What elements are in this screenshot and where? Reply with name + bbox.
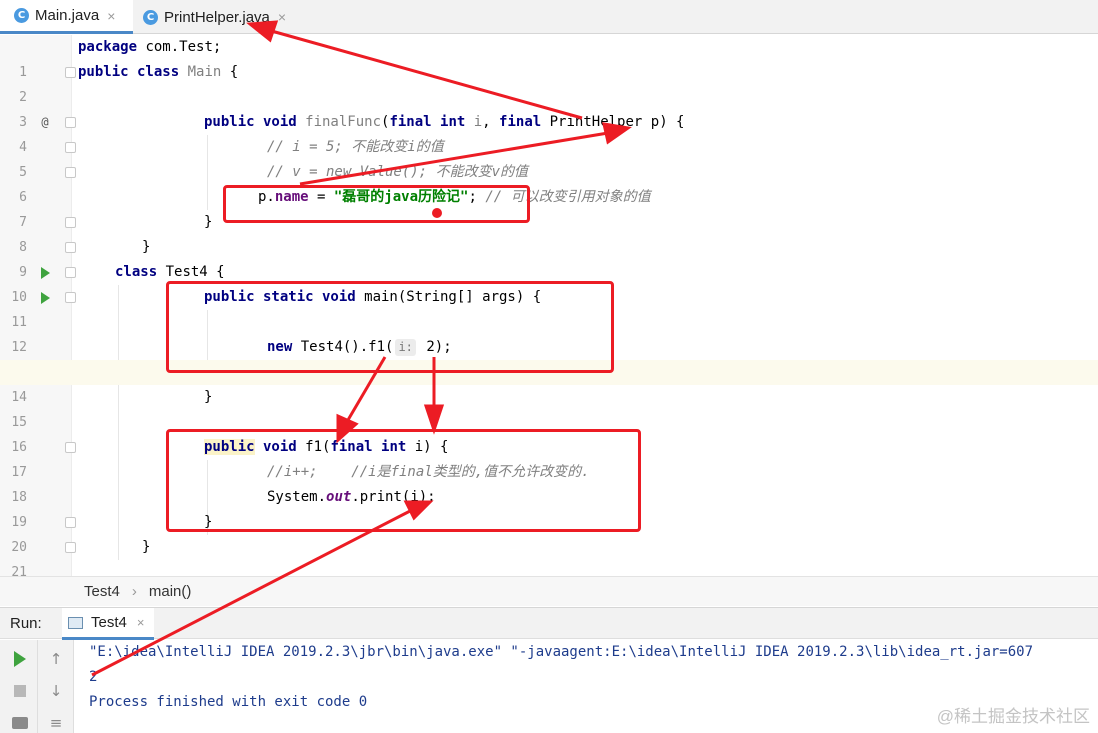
annotation-arrowhead (246, 20, 279, 43)
annotation-arrow (346, 356, 387, 421)
annotation-arrow (91, 508, 413, 677)
annotation-arrow (299, 131, 609, 186)
annotation-arrowhead (602, 122, 632, 145)
annotation-arrowhead (423, 404, 445, 435)
annotation-arrows (91, 20, 632, 677)
annotation-arrowhead (403, 500, 434, 521)
annotation-arrowhead (336, 413, 359, 444)
annotation-arrow (267, 28, 583, 120)
